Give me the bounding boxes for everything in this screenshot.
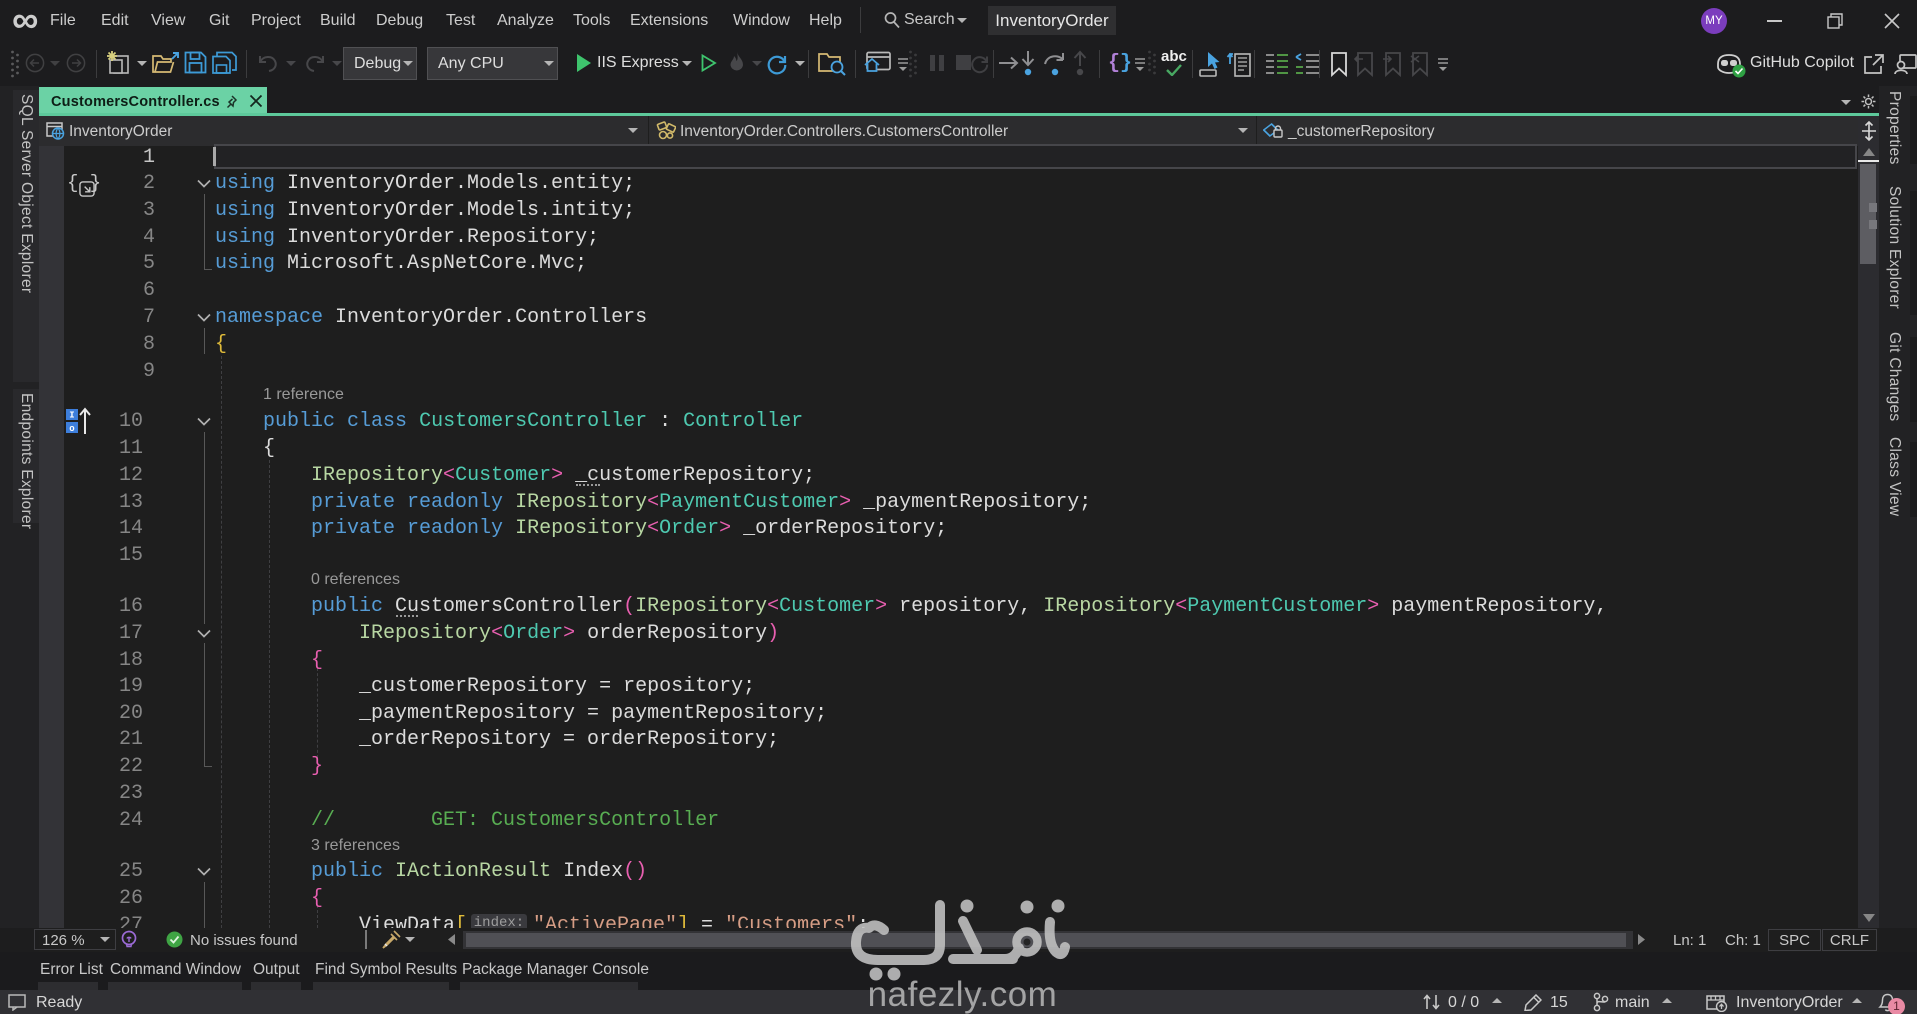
svg-text:I: I	[69, 411, 74, 421]
svg-text:o: o	[69, 424, 74, 434]
